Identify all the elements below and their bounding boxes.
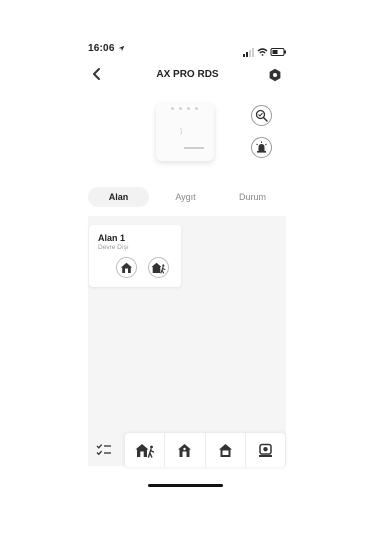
signal-icon [243, 48, 254, 57]
tab-alan[interactable]: Alan [88, 187, 149, 207]
area-card[interactable]: Alan 1 Devre Dışı [89, 225, 181, 287]
status-bar-time: 16:06 [88, 43, 125, 54]
siren-icon [256, 141, 267, 153]
status-time-text: 16:06 [88, 43, 115, 54]
zoom-button[interactable] [251, 105, 272, 126]
home-indicator [148, 484, 223, 487]
zoom-search-icon [255, 109, 268, 122]
arm-action-bar [125, 433, 285, 467]
stay-arm-button[interactable] [165, 433, 206, 467]
multi-select-button[interactable] [88, 433, 120, 467]
home-icon [120, 262, 133, 273]
wifi-icon [257, 48, 268, 56]
checklist-icon [96, 444, 111, 456]
home-icon [218, 443, 232, 457]
area-away-arm-button[interactable] [148, 257, 169, 278]
home-away-icon [135, 443, 154, 458]
away-arm-button[interactable] [125, 433, 166, 467]
area-stay-arm-button[interactable] [116, 257, 137, 278]
siren-button[interactable] [251, 137, 272, 158]
clear-alarm-button[interactable] [246, 433, 285, 467]
device-image: ⟆ [156, 103, 214, 161]
home-away-icon [151, 262, 166, 274]
device-logo-mark: ⟆ [180, 129, 183, 135]
area-status: Devre Dışı [98, 244, 129, 251]
gear-icon [269, 68, 281, 82]
tab-durum[interactable]: Durum [222, 187, 283, 207]
home-stay-icon [178, 443, 192, 457]
tab-aygit[interactable]: Aygıt [155, 187, 216, 207]
status-bar-indicators [243, 44, 288, 57]
page-title: AX PRO RDS [156, 69, 219, 80]
settings-button[interactable] [268, 68, 282, 82]
area-name: Alan 1 [98, 233, 126, 243]
disarm-button[interactable] [206, 433, 246, 467]
alarm-clear-icon [258, 443, 272, 457]
location-arrow-icon [118, 45, 124, 52]
battery-icon [270, 48, 286, 56]
